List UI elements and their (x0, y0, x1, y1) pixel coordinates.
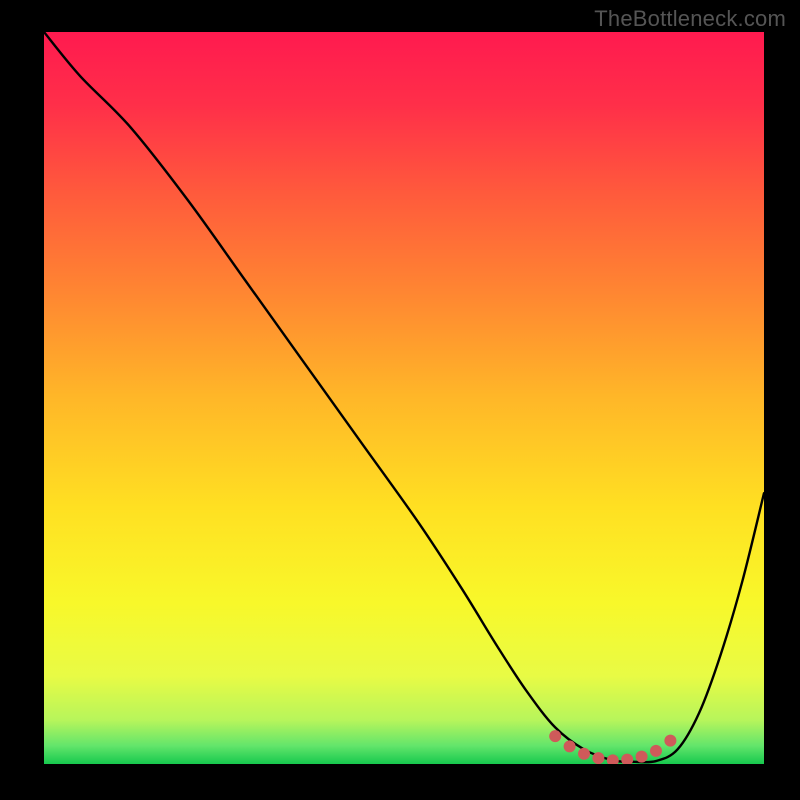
valley-marker (578, 748, 590, 760)
chart-stage: TheBottleneck.com (0, 0, 800, 800)
valley-marker (621, 754, 633, 766)
valley-marker (564, 740, 576, 752)
valley-marker (592, 752, 604, 764)
valley-marker (549, 730, 561, 742)
valley-marker (636, 751, 648, 763)
plot-background-gradient (44, 32, 764, 764)
valley-marker (650, 745, 662, 757)
bottleneck-chart (0, 0, 800, 800)
valley-marker (607, 754, 619, 766)
valley-marker (664, 735, 676, 747)
